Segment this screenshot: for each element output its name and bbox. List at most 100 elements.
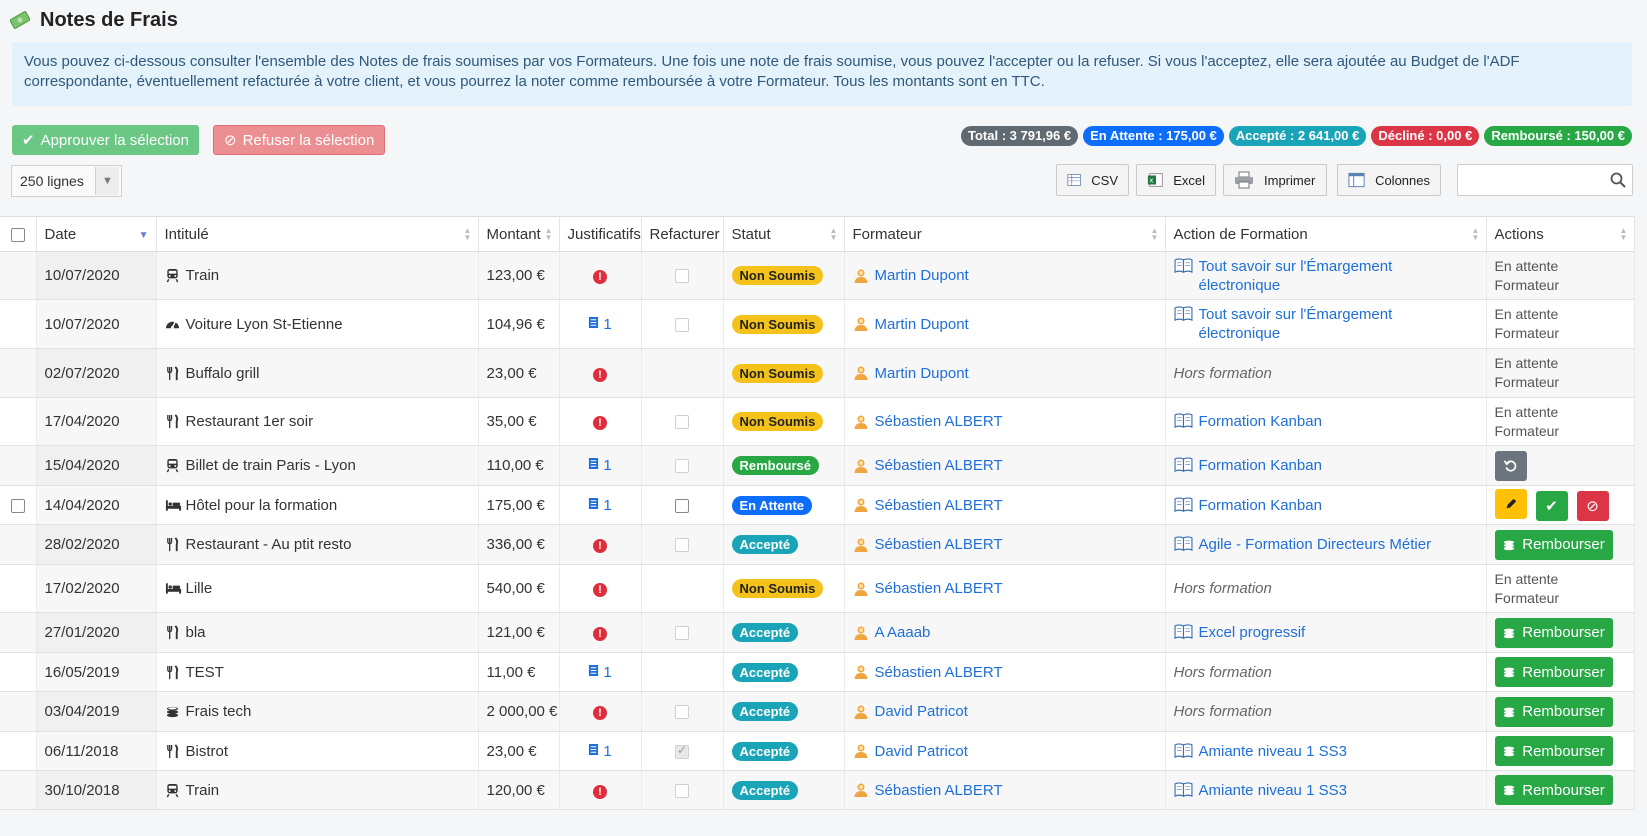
search-box	[1457, 164, 1633, 196]
statut-cell: Remboursé	[723, 445, 845, 486]
formateur: Martin Dupont	[853, 267, 1157, 284]
formateur-link[interactable]: Sébastien ALBERT	[875, 664, 1003, 681]
lines-per-page-select[interactable]: 250 lignes ▼	[11, 165, 122, 197]
excel-export-button[interactable]: x Excel	[1136, 164, 1216, 196]
formation-link[interactable]: Amiante niveau 1 SS3	[1199, 781, 1347, 800]
rembourser-button[interactable]: Rembourser	[1494, 529, 1613, 560]
refuse-selection-button[interactable]: ⊘ Refuser la sélection	[213, 125, 386, 155]
select-all-checkbox[interactable]	[10, 227, 25, 242]
sort-icon: ▲ ▼	[544, 226, 553, 242]
formation-link[interactable]: Excel progressif	[1199, 623, 1306, 642]
formateur-link[interactable]: A Aaaab	[875, 624, 931, 641]
attachment-link[interactable]: 1	[588, 457, 612, 474]
error-icon: !	[593, 784, 607, 799]
sort-icon: ▲ ▼	[463, 226, 472, 242]
csv-export-button[interactable]: CSV	[1056, 164, 1129, 196]
refuse-button[interactable]: ⊘	[1576, 491, 1609, 521]
formateur-cell: David Patricot	[844, 731, 1166, 771]
column-header-formateur[interactable]: Formateur ▲ ▼	[844, 216, 1166, 252]
rembourser-button[interactable]: Rembourser	[1494, 736, 1613, 766]
receipt-icon	[588, 664, 599, 681]
formation-link[interactable]: Formation Kanban	[1199, 496, 1322, 515]
attachment-link[interactable]: 1	[588, 664, 612, 681]
status-badge: Accepté	[731, 535, 799, 554]
formation-link[interactable]: Formation Kanban	[1199, 412, 1322, 431]
formation-link[interactable]: Tout savoir sur l'Émargement électroniqu…	[1199, 305, 1478, 343]
coins-icon	[1502, 626, 1516, 640]
action-formation-cell: Amiante niveau 1 SS3	[1165, 770, 1487, 810]
row-select-checkbox[interactable]	[10, 498, 25, 513]
formateur-link[interactable]: Martin Dupont	[875, 316, 969, 333]
attachment-link[interactable]: 1	[588, 315, 612, 333]
attachment-link[interactable]: 1	[588, 497, 612, 514]
rembourser-button[interactable]: Rembourser	[1494, 696, 1613, 727]
column-header-montant[interactable]: Montant ▲ ▼	[478, 216, 560, 252]
attachment-link[interactable]: 1	[588, 743, 612, 760]
refacturer-checkbox	[675, 743, 689, 759]
montant-cell: 540,00 €	[478, 564, 560, 613]
utensils-icon	[165, 414, 180, 429]
formation-link[interactable]: Tout savoir sur l'Émargement électroniqu…	[1199, 257, 1478, 295]
approve-selection-label: Approuver la sélection	[40, 131, 189, 149]
column-header-statut[interactable]: Statut ▲ ▼	[723, 216, 845, 252]
row-select-cell	[0, 485, 37, 525]
user-icon	[853, 704, 869, 720]
formateur-link[interactable]: David Patricot	[875, 703, 968, 720]
coins-icon	[1502, 783, 1516, 797]
undo-button[interactable]	[1494, 450, 1527, 481]
formateur-link[interactable]: Sébastien ALBERT	[875, 457, 1003, 474]
column-header-action-formation[interactable]: Action de Formation ▲ ▼	[1165, 216, 1487, 252]
date-cell: 17/04/2020	[36, 397, 157, 446]
summary-badge: Total : 3 791,96 €	[961, 126, 1079, 146]
date-cell: 02/07/2020	[36, 348, 157, 398]
column-header-date[interactable]: Date ▼	[36, 216, 157, 252]
excel-label: Excel	[1173, 172, 1205, 188]
intitule: Buffalo grill	[165, 365, 470, 382]
formateur-link[interactable]: Sébastien ALBERT	[875, 580, 1003, 597]
summary-badge: Décliné : 0,00 €	[1371, 126, 1480, 146]
refacturer-checkbox	[675, 269, 689, 284]
intitule-cell: Train	[156, 251, 479, 300]
formation-link[interactable]: Formation Kanban	[1199, 456, 1322, 475]
formateur-link[interactable]: David Patricot	[875, 743, 968, 760]
approve-button[interactable]: ✔	[1535, 491, 1568, 521]
refacturer-checkbox	[675, 783, 689, 798]
attachment-count: 1	[603, 457, 612, 474]
attachment-count: 1	[603, 315, 612, 333]
column-header-actions[interactable]: Actions ▲ ▼	[1486, 216, 1635, 252]
summary-badge: Remboursé : 150,00 €	[1484, 126, 1632, 146]
chevron-down-icon[interactable]: ▼	[95, 167, 119, 195]
edit-button[interactable]	[1494, 489, 1527, 519]
formateur-link[interactable]: Sébastien ALBERT	[875, 782, 1003, 799]
status-badge: Accepté	[731, 662, 799, 682]
action-formation-cell: Excel progressif	[1165, 612, 1487, 653]
justificatifs-cell: 1	[559, 299, 642, 349]
column-header-intitule[interactable]: Intitulé ▲ ▼	[156, 216, 479, 252]
rembourser-button[interactable]: Rembourser	[1494, 617, 1613, 648]
user-icon	[853, 743, 869, 759]
expenses-table: Date ▼ Intitulé ▲ ▼ Montant ▲ ▼ Justificatifs…	[0, 216, 1635, 810]
intitule: Restaurant 1er soir	[165, 413, 470, 430]
search-input[interactable]	[1462, 166, 1602, 194]
formateur-link[interactable]: Martin Dupont	[875, 267, 969, 284]
formateur-link[interactable]: Martin Dupont	[875, 365, 969, 382]
formateur-link[interactable]: Sébastien ALBERT	[875, 536, 1003, 553]
intitule: Lille	[165, 580, 470, 597]
rembourser-button[interactable]: Rembourser	[1494, 657, 1613, 687]
rembourser-button[interactable]: Rembourser	[1494, 775, 1613, 805]
intitule-label: Train	[185, 267, 220, 284]
formateur-link[interactable]: Sébastien ALBERT	[875, 497, 1003, 514]
refacturer-cell	[641, 485, 724, 525]
formation: Tout savoir sur l'Émargement électroniqu…	[1174, 305, 1478, 343]
formation: Excel progressif	[1174, 623, 1478, 642]
formation-link[interactable]: Amiante niveau 1 SS3	[1199, 742, 1347, 761]
formateur-link[interactable]: Sébastien ALBERT	[875, 413, 1003, 430]
search-icon[interactable]	[1610, 172, 1626, 188]
formation-link[interactable]: Agile - Formation Directeurs Métier	[1199, 535, 1432, 554]
refacturer-checkbox[interactable]	[675, 498, 689, 513]
table-row: 16/05/2019 TEST 11,00 € 1 Accepté Sébastien A…	[0, 652, 1635, 692]
approve-selection-button[interactable]: ✔ Approuver la sélection	[12, 125, 199, 155]
columns-button[interactable]: Colonnes	[1337, 164, 1441, 196]
print-button[interactable]: Imprimer	[1223, 164, 1327, 196]
formateur-cell: Martin Dupont	[844, 251, 1166, 300]
